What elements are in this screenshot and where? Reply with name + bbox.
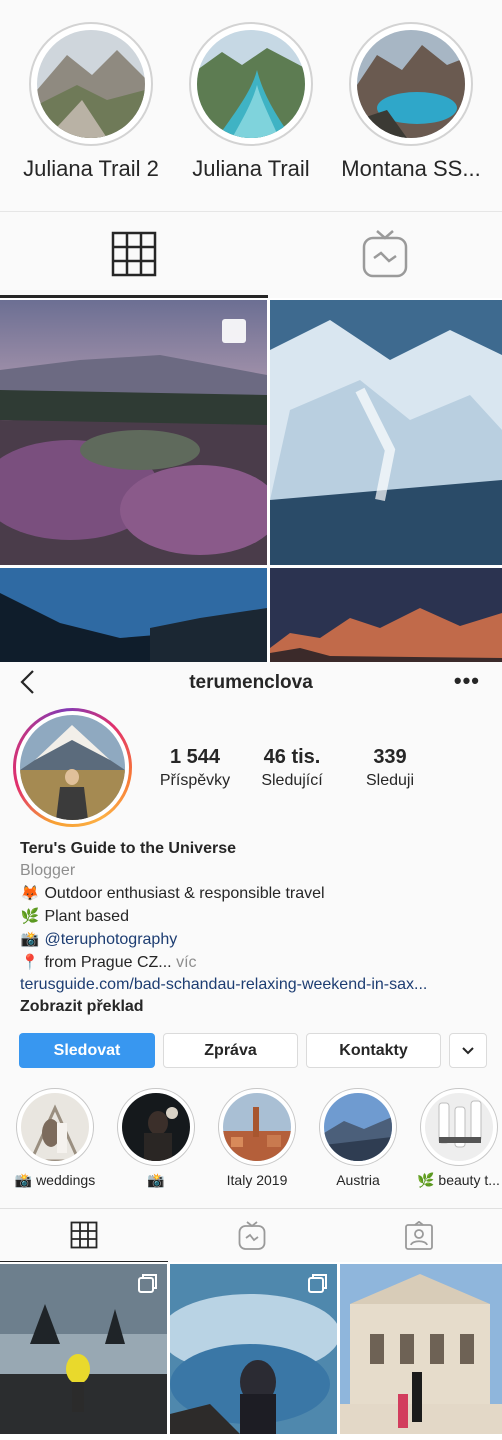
stat-value: 1 544 [169,746,221,768]
username-title: terumenclova [189,672,313,693]
highlight-italy-2019[interactable]: Italy 2019 [215,1088,299,1188]
stat-label: Sledující [261,772,323,789]
stat-followers[interactable]: 46 tis. Sledující [237,746,347,790]
highlight-label: Juliana Trail 2 [23,156,159,181]
grid-photo[interactable] [270,568,502,662]
follow-button[interactable]: Sledovat [19,1033,155,1068]
more-link[interactable]: víc [176,954,196,971]
highlight-weddings[interactable]: 📸 weddings [13,1088,97,1189]
highlight-thumbnail [223,1093,291,1161]
highlight-thumbnail [324,1093,392,1161]
website-link[interactable]: terusguide.com/bad-schandau-relaxing-wee… [20,974,490,996]
bio-line: 🦊 Outdoor enthusiast & responsible trave… [20,882,490,905]
highlight-beauty[interactable]: 🌿 beauty t... [415,1088,502,1189]
highlight-thumbnail [21,1093,89,1161]
multi-photo-icon [308,1273,328,1298]
category-label: Blogger [20,862,76,879]
highlight-ring [189,22,313,146]
profile-avatar[interactable] [13,708,132,827]
highlight-montana[interactable]: Montana SS... [331,22,491,182]
top-story-highlights: Juliana Trail 2 Juliana Trail Montana SS… [0,0,502,212]
stat-following[interactable]: 339 Sleduji [335,746,445,790]
message-button[interactable]: Zpráva [163,1033,298,1068]
grid-photo[interactable] [0,300,267,565]
grid-photo[interactable] [0,568,267,662]
grid-photo[interactable] [0,1264,167,1434]
bio-text: Outdoor enthusiast & responsible travel [44,885,325,902]
highlight-thumbnail [37,30,145,138]
tab-igtv[interactable] [268,212,502,298]
highlight-label: Juliana Trail [192,156,310,181]
bio-line: 🌿 Plant based [20,905,490,928]
photo-grid [0,1262,502,1440]
igtv-icon [362,230,408,278]
top-profile-tabs [0,212,502,298]
grid-icon [70,1221,98,1249]
display-name: Teru's Guide to the Universe [20,840,236,857]
translate-link[interactable]: Zobrazit překlad [20,996,490,1018]
highlight-juliana-trail[interactable]: Juliana Trail [171,22,331,182]
tagged-user-icon [405,1221,433,1250]
tab-grid[interactable] [0,1209,168,1263]
highlight-ring [349,22,473,146]
highlight-ring [29,22,153,146]
stat-label: Sleduji [365,772,415,789]
camera-icon: 📸 [20,930,40,948]
fox-icon: 🦊 [20,884,40,902]
avatar [20,715,125,820]
grid-photo[interactable] [170,1264,337,1434]
top-photo-grid [0,298,502,662]
multi-photo-icon [138,1273,158,1298]
highlight-thumbnail [424,1093,493,1161]
highlight-thumbnail [197,30,305,138]
highlight-label: 📸 weddings [14,1172,96,1188]
suggested-dropdown-button[interactable] [449,1033,487,1068]
highlight-camera[interactable]: 📸 [114,1088,198,1189]
stat-value: 46 tis. [263,746,321,768]
highlight-label: Austria [336,1172,380,1188]
highlight-austria[interactable]: Austria [316,1088,400,1188]
tab-grid[interactable] [0,212,268,298]
more-options-button[interactable]: ••• [454,668,480,694]
grid-icon [111,231,157,276]
profile-tabs [0,1208,502,1263]
grid-photo[interactable] [270,300,502,565]
highlight-label: 📸 [147,1172,165,1188]
bio-text: Plant based [44,908,129,925]
tab-tagged[interactable] [336,1209,502,1263]
mention-link[interactable]: @teruphotography [44,931,177,948]
contacts-button[interactable]: Kontakty [306,1033,441,1068]
bio-text: from Prague CZ... [44,954,172,971]
chevron-down-icon [462,1046,474,1054]
highlight-label: Montana SS... [341,156,481,181]
stat-posts[interactable]: 1 544 Příspěvky [140,746,250,790]
highlight-thumbnail [122,1093,190,1161]
highlight-thumbnail [357,30,465,138]
highlight-label: 🌿 beauty t... [417,1172,500,1188]
stat-label: Příspěvky [159,772,231,789]
highlight-juliana-trail-2[interactable]: Juliana Trail 2 [11,22,171,182]
igtv-icon [238,1221,266,1250]
herb-icon: 🌿 [20,907,40,925]
multi-photo-icon [221,318,247,349]
highlight-label: Italy 2019 [226,1172,288,1188]
bio-line: 📍 from Prague CZ... víc [20,951,490,974]
stat-value: 339 [373,746,407,768]
pin-icon: 📍 [20,953,40,971]
grid-photo[interactable] [340,1264,502,1434]
bio-line: 📸 @teruphotography [20,928,490,951]
profile-nav-bar: terumenclova ••• [0,662,502,706]
profile-bio: Teru's Guide to the Universe Blogger 🦊 O… [20,838,490,1018]
tab-igtv[interactable] [168,1209,336,1263]
